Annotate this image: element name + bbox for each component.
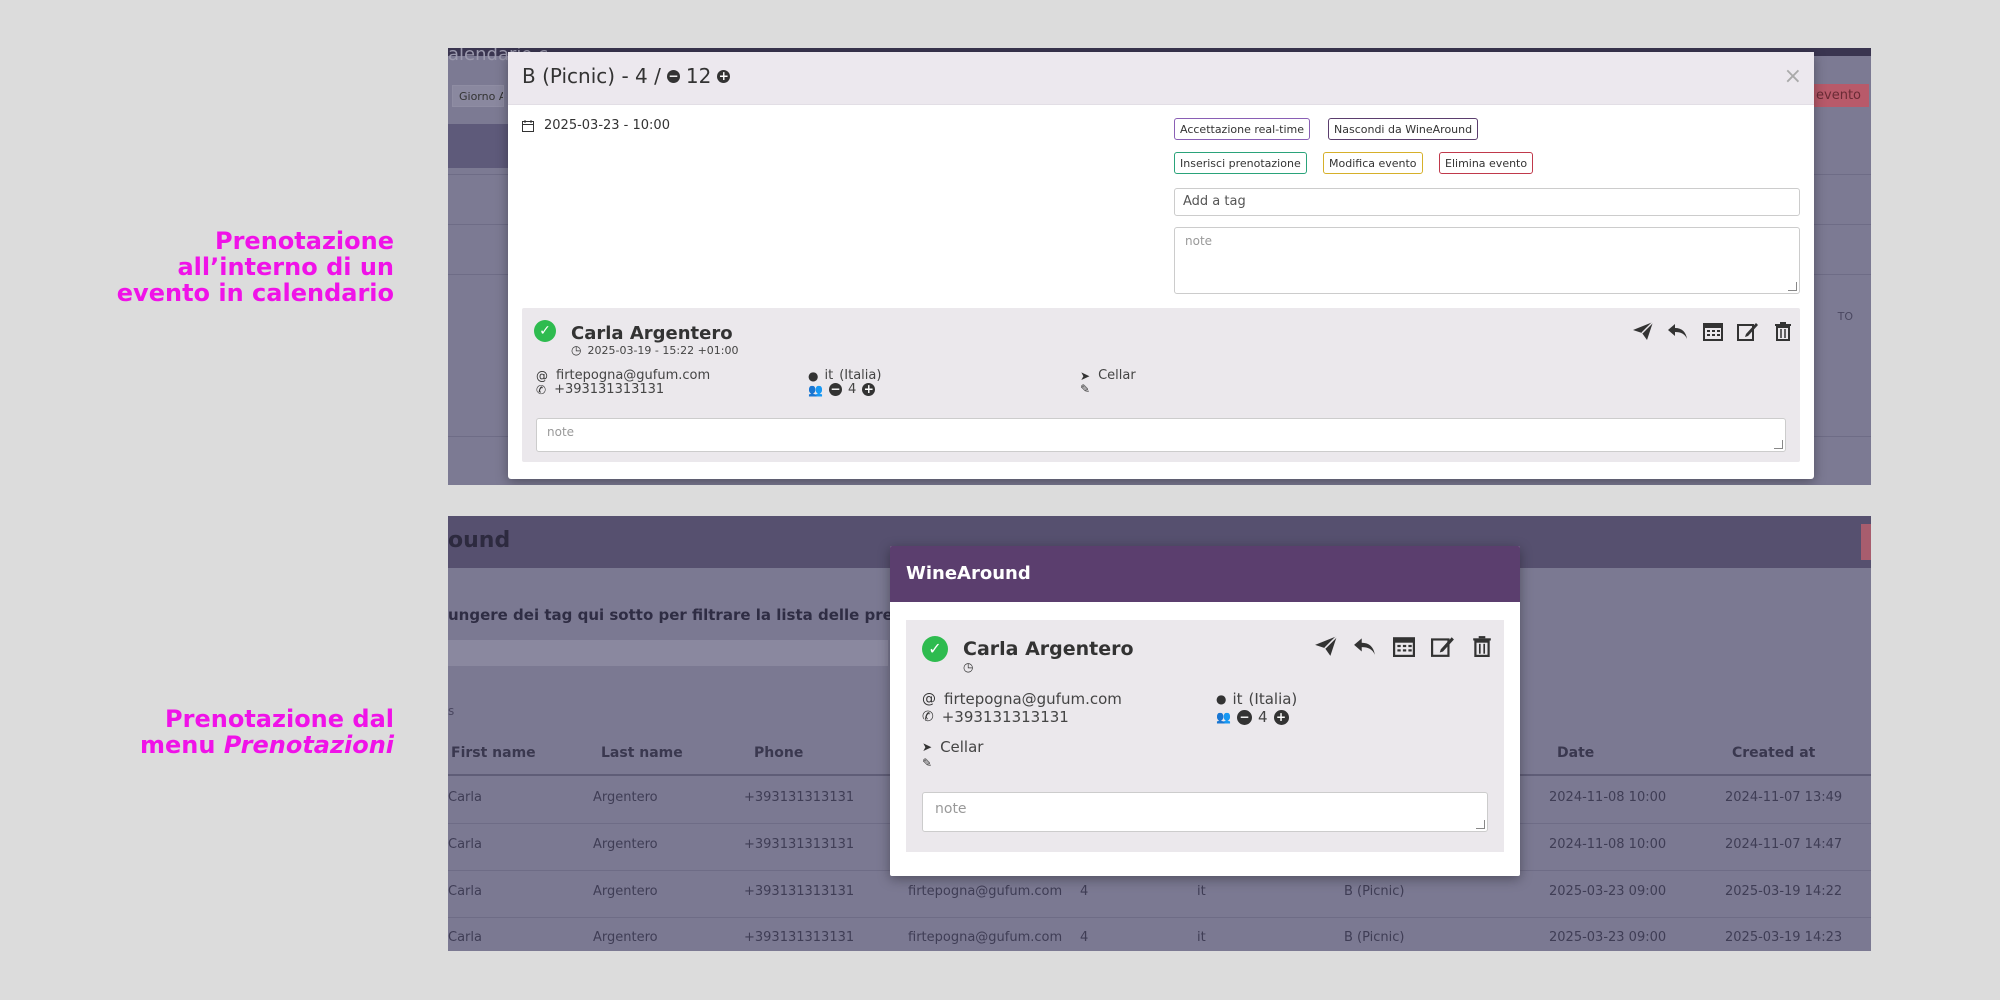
- booking-created: ◷ 2025-03-19 - 15:22 +01:00: [571, 343, 739, 357]
- booking-card: ✓ Carla Argentero ◷ 2025-03-19 - 15:22 +…: [522, 308, 1800, 462]
- table-row[interactable]: Carla Argentero +393131313131 firtepogna…: [448, 917, 1871, 951]
- globe-icon: ●: [808, 368, 819, 383]
- trash-icon[interactable]: [1770, 318, 1796, 344]
- users-icon: 👥: [808, 382, 823, 397]
- globe-icon: ●: [1216, 692, 1227, 706]
- location-arrow-icon: ➤: [1080, 368, 1091, 383]
- minus-circle-icon[interactable]: −: [828, 383, 842, 396]
- booking-modal: WineAround ✓ Carla Argentero ◷ @ firtepo…: [890, 546, 1520, 876]
- calendar-screenshot: alendario c Giorno A evento TO B (Picnic…: [448, 48, 1871, 485]
- col-last-name[interactable]: Last name: [601, 745, 683, 761]
- booking-guests: 4: [1257, 708, 1268, 726]
- booking-email: firtepogna@gufum.com: [556, 368, 711, 383]
- booking-language: it: [1232, 690, 1243, 708]
- minus-circle-icon[interactable]: −: [1236, 709, 1252, 725]
- location-arrow-icon: ➤: [922, 740, 933, 754]
- event-modal: B (Picnic) - 4 / − 12 + × 2025-03-23 - 1…: [508, 52, 1814, 479]
- phone-icon: ✆: [922, 709, 934, 725]
- plus-circle-icon[interactable]: +: [717, 69, 731, 83]
- booking-phone: +393131313131: [554, 382, 665, 397]
- plus-circle-icon[interactable]: +: [1273, 709, 1289, 725]
- trash-icon[interactable]: [1468, 632, 1496, 660]
- add-tag-input[interactable]: Add a tag: [1174, 188, 1800, 216]
- bg-header-title: ound: [448, 528, 511, 553]
- booking-guests: 4: [847, 382, 857, 397]
- plus-circle-icon[interactable]: +: [862, 383, 876, 396]
- at-icon: @: [536, 368, 548, 383]
- booking-modal-title: WineAround: [906, 563, 1031, 584]
- col-created-at[interactable]: Created at: [1732, 745, 1815, 761]
- booking-email: firtepogna@gufum.com: [944, 690, 1122, 708]
- table-row[interactable]: Carla Argentero +393131313131 firtepogna…: [448, 870, 1871, 917]
- bg-filter-input[interactable]: [448, 640, 888, 666]
- edit-icon[interactable]: [1735, 318, 1761, 344]
- delete-event-button[interactable]: Elimina evento: [1439, 152, 1534, 174]
- bookings-screenshot: ound ungere dei tag qui sotto per filtra…: [448, 516, 1871, 951]
- event-datetime: 2025-03-23 - 10:00: [522, 118, 670, 133]
- bg-view-select[interactable]: Giorno A: [452, 85, 504, 107]
- booking-name: Carla Argentero: [963, 638, 1134, 660]
- paper-plane-icon[interactable]: [1630, 318, 1656, 344]
- booking-note-textarea[interactable]: note: [536, 418, 1786, 452]
- edit-event-button[interactable]: Modifica evento: [1323, 152, 1423, 174]
- booking-location: Cellar: [1098, 368, 1136, 383]
- booking-location: Cellar: [940, 738, 984, 756]
- resize-handle[interactable]: [1476, 820, 1485, 829]
- bg-strip: [448, 124, 508, 168]
- realtime-accept-button[interactable]: Accettazione real-time: [1174, 118, 1311, 140]
- booking-card: ✓ Carla Argentero ◷ @ firtepogna@gufum.c…: [906, 620, 1504, 852]
- reply-icon[interactable]: [1351, 632, 1379, 660]
- check-circle-icon: ✓: [922, 636, 948, 662]
- clock-icon: ◷: [963, 660, 974, 674]
- booking-language: it: [824, 368, 834, 383]
- minus-circle-icon[interactable]: −: [666, 69, 680, 83]
- reply-icon[interactable]: [1665, 318, 1691, 344]
- ticket-icon: ✎: [922, 756, 933, 770]
- caption-calendar-booking: Prenotazione all’interno di un evento in…: [116, 227, 394, 307]
- booking-note-textarea[interactable]: note: [922, 792, 1488, 832]
- calendar-alt-icon[interactable]: [1700, 318, 1726, 344]
- booking-name: Carla Argentero: [571, 323, 733, 344]
- hide-wine-around-button[interactable]: Nascondi da WineAround: [1328, 118, 1479, 140]
- booking-actions: [1630, 318, 1796, 344]
- phone-icon: ✆: [536, 382, 547, 397]
- close-icon[interactable]: ×: [1784, 64, 1802, 89]
- caption-bookings-menu: Prenotazione dal menu Prenotazioni: [139, 705, 394, 759]
- col-phone[interactable]: Phone: [754, 745, 803, 761]
- clock-icon: ◷: [571, 343, 582, 357]
- users-icon: 👥: [1216, 710, 1231, 724]
- event-modal-title: B (Picnic) - 4 / − 12 +: [522, 64, 731, 88]
- calendar-icon: [522, 119, 534, 132]
- paper-plane-icon[interactable]: [1312, 632, 1340, 660]
- bg-right-label: TO: [1837, 310, 1853, 323]
- booking-phone: +393131313131: [941, 708, 1069, 726]
- col-first-name[interactable]: First name: [451, 745, 536, 761]
- resize-handle[interactable]: [1788, 282, 1797, 291]
- event-modal-header: B (Picnic) - 4 / − 12 + ×: [508, 52, 1814, 105]
- insert-booking-button[interactable]: Inserisci prenotazione: [1174, 152, 1307, 174]
- bg-new-event-button[interactable]: evento: [1808, 84, 1869, 107]
- booking-modal-header: WineAround: [890, 546, 1520, 602]
- calendar-alt-icon[interactable]: [1390, 632, 1418, 660]
- resize-handle[interactable]: [1774, 440, 1783, 449]
- col-date[interactable]: Date: [1557, 745, 1594, 761]
- ticket-icon: ✎: [1080, 382, 1091, 396]
- edit-icon[interactable]: [1429, 632, 1457, 660]
- booking-actions: [1312, 632, 1496, 660]
- bg-filter-hint: ungere dei tag qui sotto per filtrare la…: [448, 606, 945, 624]
- at-icon: @: [922, 691, 936, 707]
- event-note-textarea[interactable]: note: [1174, 227, 1800, 294]
- check-circle-icon: ✓: [534, 320, 556, 342]
